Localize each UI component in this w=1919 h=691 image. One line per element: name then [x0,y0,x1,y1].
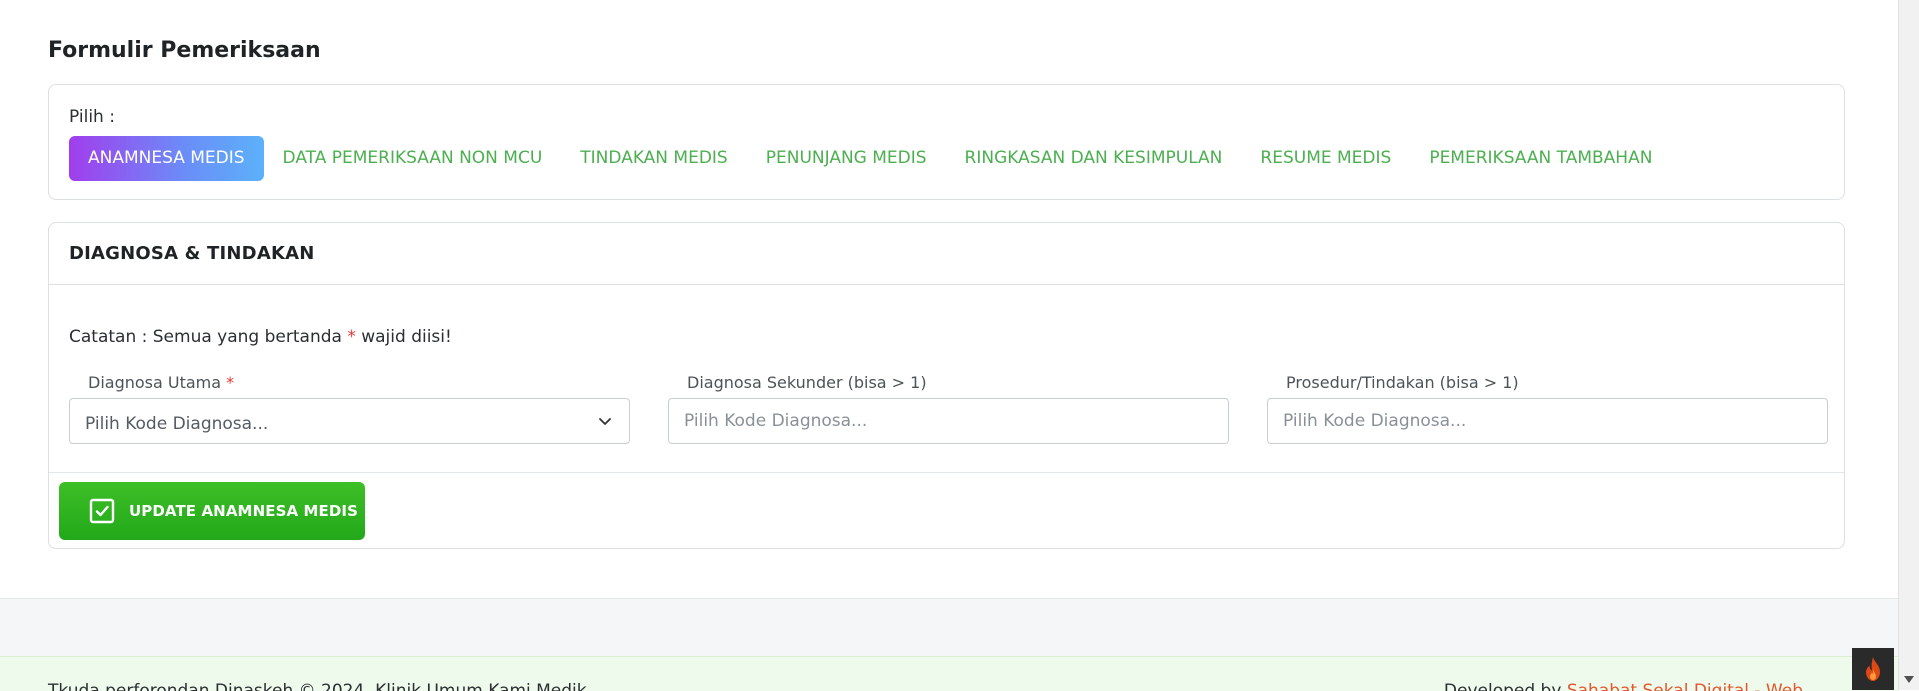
tab-penunjang-medis[interactable]: PENUNJANG MEDIS [747,136,946,181]
page: Formulir Pemeriksaan Pilih : ANAMNESA ME… [0,0,1898,691]
flame-icon [1866,657,1880,681]
tab-pemeriksaan-tambahan[interactable]: PEMERIKSAAN TAMBAHAN [1410,136,1671,181]
diagnosa-utama-label: Diagnosa Utama * [88,373,234,392]
update-anamnesa-medis-button[interactable]: UPDATE ANAMNESA MEDIS [59,482,365,540]
site-footer: Tkuda perforondan Dinaskeh © 2024. Klini… [0,656,1898,691]
tab-data-pemeriksaan-non-mcu[interactable]: DATA PEMERIKSAAN NON MCU [264,136,562,181]
tab-resume-medis[interactable]: RESUME MEDIS [1241,136,1410,181]
diagnosa-card: DIAGNOSA & TINDAKAN Catatan : Semua yang… [48,222,1845,549]
update-button-label: UPDATE ANAMNESA MEDIS [129,502,359,520]
vertical-scrollbar[interactable] [1898,0,1919,690]
tab-selector-card: Pilih : ANAMNESA MEDIS DATA PEMERIKSAAN … [48,84,1845,200]
tab-anamnesa-medis[interactable]: ANAMNESA MEDIS [69,136,264,181]
prosedur-tindakan-label: Prosedur/Tindakan (bisa > 1) [1286,373,1519,392]
catatan-suffix: wajid diisi! [361,327,452,347]
diagnosa-sekunder-label: Diagnosa Sekunder (bisa > 1) [687,373,927,392]
content-bottom-band [0,598,1898,657]
checkbox-check-icon [89,498,115,524]
chevron-down-icon [599,418,611,425]
pilih-label: Pilih : [69,107,115,127]
debug-toolbar-badge[interactable] [1852,648,1894,690]
diagnosa-utama-label-text: Diagnosa Utama [88,373,222,392]
scroll-down-arrow-icon[interactable] [1904,676,1914,684]
prosedur-tindakan-field[interactable] [1267,398,1828,444]
tab-ringkasan-dan-kesimpulan[interactable]: RINGKASAN DAN KESIMPULAN [946,136,1242,181]
diagnosa-card-title: DIAGNOSA & TINDAKAN [69,243,315,264]
catatan-note: Catatan : Semua yang bertanda * wajid di… [69,327,452,347]
tab-tindakan-medis[interactable]: TINDAKAN MEDIS [561,136,746,181]
catatan-prefix: Catatan : Semua yang bertanda [69,327,342,347]
page-title: Formulir Pemeriksaan [48,38,321,63]
required-star: * [226,373,235,392]
prosedur-tindakan-input[interactable] [1283,399,1827,443]
diagnosa-utama-placeholder: Pilih Kode Diagnosa... [85,414,269,434]
diagnosa-sekunder-input[interactable] [684,399,1228,443]
diagnosa-utama-select[interactable]: Pilih Kode Diagnosa... [69,398,630,444]
diagnosa-sekunder-field[interactable] [668,398,1229,444]
card-footer-divider [49,472,1844,473]
diagnosa-card-header: DIAGNOSA & TINDAKAN [49,223,1844,285]
tab-list: ANAMNESA MEDIS DATA PEMERIKSAAN NON MCU … [69,136,1671,181]
required-star: * [347,327,356,347]
